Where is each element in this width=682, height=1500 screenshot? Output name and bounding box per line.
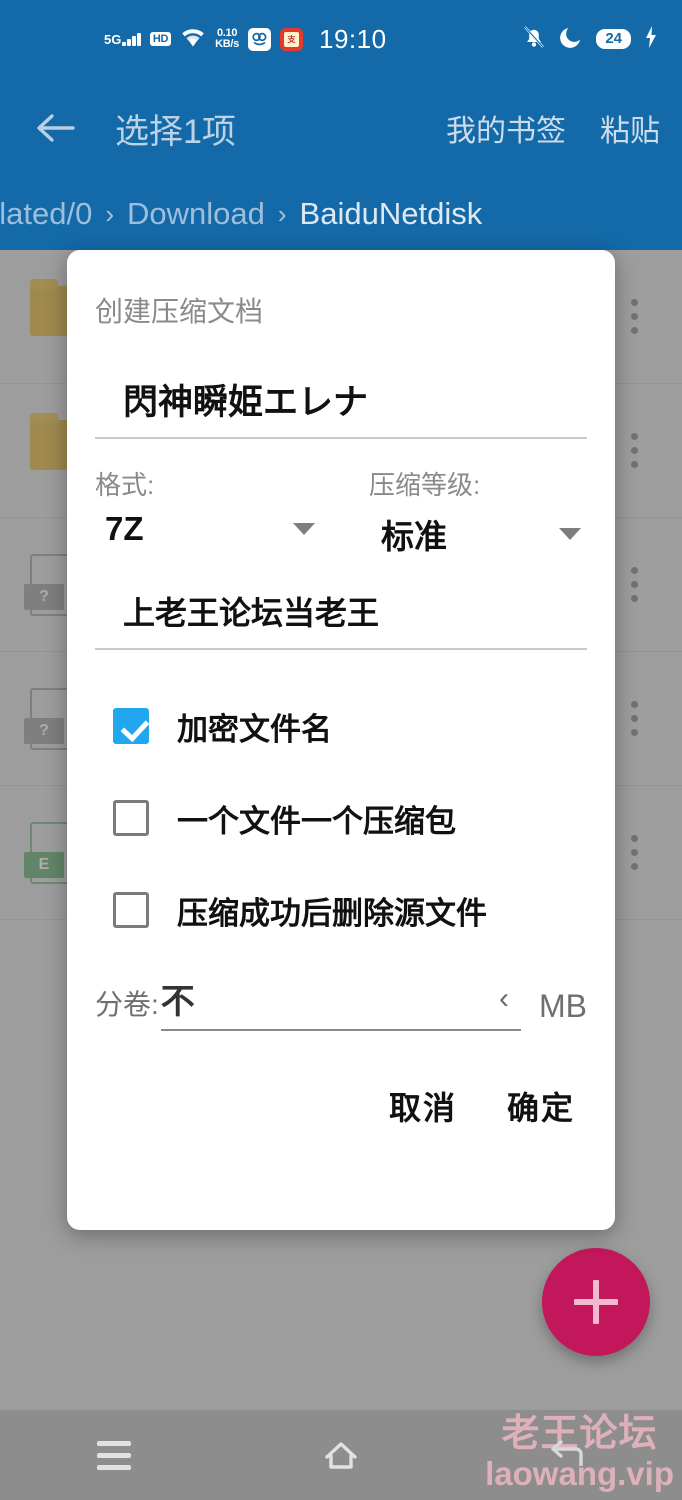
breadcrumb-separator: › bbox=[277, 198, 287, 229]
charging-icon bbox=[644, 25, 658, 54]
split-volume-input[interactable]: 不 ‹ bbox=[160, 974, 521, 1031]
data-speed-unit: KB/s bbox=[215, 38, 240, 50]
compression-level-label: 压缩等级: bbox=[369, 470, 481, 500]
options-checkbox-group: 加密文件名 一个文件一个压缩包 压缩成功后删除源文件 bbox=[95, 680, 587, 956]
compression-level-value: 标准 bbox=[381, 518, 447, 555]
format-level-row: 格式: 7Z 压缩等级: 标准 bbox=[95, 465, 587, 558]
app-bar: 选择1项 我的书签 粘贴 bbox=[0, 78, 682, 178]
battery-level: 24 bbox=[605, 30, 622, 47]
checkbox-unchecked-icon bbox=[113, 892, 149, 928]
data-speed-icon: 0.10 KB/s bbox=[215, 28, 239, 50]
checkbox-one-archive-per-file[interactable]: 一个文件一个压缩包 bbox=[95, 772, 587, 864]
status-bar-left-icons: 5G HD 0.10 KB/s 支 bbox=[104, 27, 304, 52]
status-bar-clock: 19:10 bbox=[319, 23, 387, 54]
format-select[interactable]: 格式: 7Z bbox=[95, 465, 341, 558]
plus-icon bbox=[574, 1280, 618, 1324]
checkbox-unchecked-icon bbox=[113, 800, 149, 836]
app-icon bbox=[248, 27, 272, 51]
breadcrumb-separator: › bbox=[105, 198, 114, 229]
cancel-button[interactable]: 取消 bbox=[389, 1083, 457, 1129]
phone-screen: 5G HD 0.10 KB/s 支 19:10 24 选择1项 我的书签 粘贴 … bbox=[0, 0, 682, 1500]
mute-icon bbox=[522, 24, 546, 55]
recents-icon[interactable] bbox=[69, 1420, 159, 1490]
dialog-title: 创建压缩文档 bbox=[95, 296, 264, 327]
checkbox-checked-icon bbox=[113, 708, 149, 744]
format-label: 格式: bbox=[95, 470, 155, 500]
battery-icon: 24 bbox=[596, 29, 631, 49]
back-icon[interactable] bbox=[523, 1420, 613, 1490]
split-volume-row: 分卷: 不 ‹ MB bbox=[95, 974, 587, 1031]
home-icon[interactable] bbox=[296, 1420, 386, 1490]
archive-name-value: 閃神瞬姫エレナ bbox=[123, 383, 369, 422]
status-bar-right-icons: 24 bbox=[522, 24, 658, 55]
split-volume-unit: MB bbox=[539, 988, 587, 1024]
checkbox-encrypt-filenames[interactable]: 加密文件名 bbox=[95, 680, 587, 772]
password-value: 上老王论坛当老王 bbox=[123, 595, 380, 631]
checkbox-label: 一个文件一个压缩包 bbox=[177, 803, 456, 839]
split-volume-value: 不 bbox=[160, 983, 195, 1021]
archive-name-input[interactable]: 閃神瞬姫エレナ bbox=[95, 374, 587, 439]
breadcrumb-item-download[interactable]: Download bbox=[127, 196, 265, 232]
checkbox-label: 压缩成功后删除源文件 bbox=[177, 895, 487, 931]
paste-button[interactable]: 粘贴 bbox=[600, 106, 660, 150]
add-fab-button[interactable] bbox=[542, 1248, 650, 1356]
split-volume-label: 分卷: bbox=[95, 989, 159, 1020]
network-type-label: 5G bbox=[104, 31, 122, 47]
dialog-actions: 取消 确定 bbox=[95, 1083, 587, 1129]
chevron-down-icon bbox=[293, 523, 315, 535]
do-not-disturb-icon bbox=[559, 25, 583, 54]
breadcrumb-item-baidunetdisk[interactable]: BaiduNetdisk bbox=[300, 196, 483, 232]
back-arrow-icon[interactable] bbox=[33, 106, 77, 150]
hd-icon: HD bbox=[149, 32, 172, 46]
compression-level-select[interactable]: 压缩等级: 标准 bbox=[341, 465, 587, 558]
signal-bars-icon: 5G bbox=[104, 31, 141, 47]
chevron-down-icon bbox=[559, 528, 581, 540]
create-archive-dialog: 创建压缩文档 閃神瞬姫エレナ 格式: 7Z 压缩等级: 标准 上老王论坛当老王 … bbox=[67, 250, 615, 1230]
password-input[interactable]: 上老王论坛当老王 bbox=[95, 588, 587, 650]
checkbox-label: 加密文件名 bbox=[177, 711, 332, 747]
breadcrumb-item-root[interactable]: ulated/0 bbox=[0, 196, 92, 232]
confirm-button[interactable]: 确定 bbox=[507, 1083, 575, 1129]
my-bookmarks-button[interactable]: 我的书签 bbox=[446, 106, 566, 150]
system-nav-bar bbox=[0, 1410, 682, 1500]
page-title: 选择1项 bbox=[115, 112, 236, 151]
breadcrumb: ulated/0 › Download › BaiduNetdisk bbox=[0, 178, 682, 250]
wifi-icon bbox=[180, 27, 206, 52]
chevron-left-icon[interactable]: ‹ bbox=[499, 982, 509, 1016]
app-bar-actions: 我的书签 粘贴 bbox=[446, 106, 660, 150]
format-value: 7Z bbox=[105, 510, 144, 547]
checkbox-delete-source-after-success[interactable]: 压缩成功后删除源文件 bbox=[95, 864, 587, 956]
status-bar: 5G HD 0.10 KB/s 支 19:10 24 bbox=[0, 0, 682, 78]
alipay-icon: 支 bbox=[280, 27, 304, 51]
